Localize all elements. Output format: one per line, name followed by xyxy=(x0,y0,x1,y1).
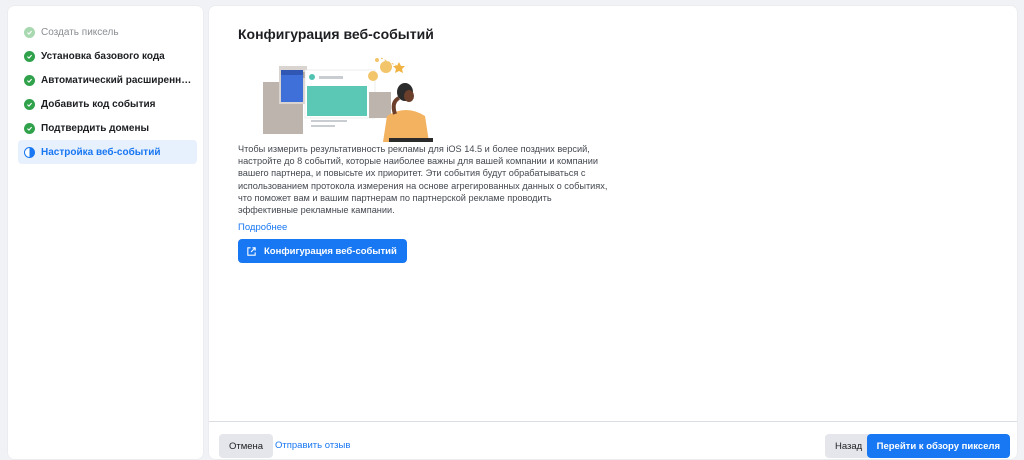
check-circle-icon xyxy=(24,74,35,86)
check-circle-icon xyxy=(24,98,35,110)
step-label: Установка базового кода xyxy=(41,50,165,62)
step-create-pixel[interactable]: Создать пиксель xyxy=(18,20,197,44)
steps-sidebar: Создать пиксель Установка базового кода … xyxy=(8,6,203,459)
step-add-event-code[interactable]: Добавить код события xyxy=(18,92,197,116)
step-label: Автоматический расширенный п... xyxy=(41,74,197,86)
send-feedback-link[interactable]: Отправить отзыв xyxy=(275,440,350,451)
check-circle-icon xyxy=(24,50,35,62)
cancel-button[interactable]: Отмена xyxy=(219,434,274,458)
go-to-pixel-overview-button[interactable]: Перейти к обзору пикселя xyxy=(866,434,1010,458)
description-text: Чтобы измерить результативность рекламы … xyxy=(238,144,608,216)
main-panel: Конфигурация веб-событий Чтобы измерить … xyxy=(209,6,1017,459)
configure-web-events-button[interactable]: Конфигурация веб-событий xyxy=(238,239,407,263)
learn-more-link[interactable]: Подробнее xyxy=(238,222,287,233)
external-link-icon xyxy=(247,246,256,256)
step-verify-domains[interactable]: Подтвердить домены xyxy=(18,116,197,140)
half-circle-icon xyxy=(24,146,35,158)
step-label: Добавить код события xyxy=(41,98,156,110)
step-install-base-code[interactable]: Установка базового кода xyxy=(18,44,197,68)
steps-list: Создать пиксель Установка базового кода … xyxy=(8,6,203,164)
step-automatic-advanced-matching[interactable]: Автоматический расширенный п... xyxy=(18,68,197,92)
check-circle-icon xyxy=(24,122,35,134)
step-label: Создать пиксель xyxy=(41,26,119,38)
footer-bar: Отмена Отправить отзыв Назад Перейти к о… xyxy=(209,421,1017,460)
check-circle-icon xyxy=(24,26,35,38)
configure-button-label: Конфигурация веб-событий xyxy=(264,245,397,257)
step-label: Настройка веб-событий xyxy=(41,146,161,158)
page-title: Конфигурация веб-событий xyxy=(238,26,434,42)
back-button[interactable]: Назад xyxy=(825,434,873,458)
web-events-illustration xyxy=(263,57,433,142)
step-label: Подтвердить домены xyxy=(41,122,150,134)
step-web-events-config[interactable]: Настройка веб-событий xyxy=(18,140,197,164)
